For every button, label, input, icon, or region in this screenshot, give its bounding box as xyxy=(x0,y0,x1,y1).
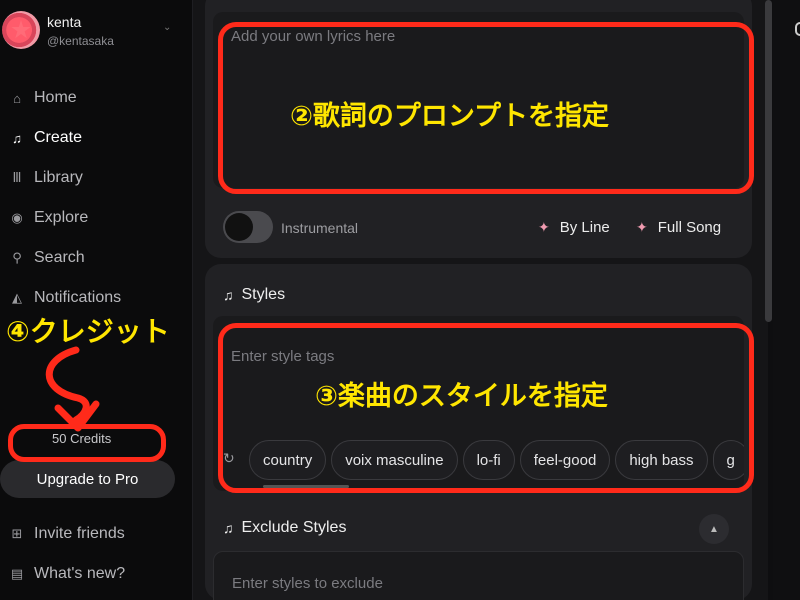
by-line-button[interactable]: ✦ By Line xyxy=(538,219,610,236)
styles-title: Styles xyxy=(241,286,286,303)
sparkle-icon: ✦ xyxy=(538,219,550,235)
exclude-styles-title: Exclude Styles xyxy=(241,519,347,536)
sparkle-icon: ✦ xyxy=(636,219,648,235)
music-note-off-icon: ♫ xyxy=(223,520,234,536)
full-song-label: Full Song xyxy=(657,219,722,236)
music-note-icon: ♫ xyxy=(223,287,234,303)
partial-icon xyxy=(795,22,800,36)
collapse-button[interactable]: ▲ xyxy=(699,514,729,544)
right-pane xyxy=(773,0,800,600)
by-line-label: By Line xyxy=(559,219,610,236)
exclude-styles-header: ♫ Exclude Styles xyxy=(223,519,346,537)
chevron-up-icon: ▲ xyxy=(709,523,719,535)
credits-annotation-arrow xyxy=(45,346,100,432)
styles-annotation-text: ③楽曲のスタイルを指定 xyxy=(315,381,608,411)
exclude-placeholder: Enter styles to exclude xyxy=(232,575,383,592)
toggle-knob xyxy=(225,213,253,241)
lyrics-annotation-text: ②歌詞のプロンプトを指定 xyxy=(290,101,610,131)
instrumental-toggle[interactable] xyxy=(223,211,273,243)
full-song-button[interactable]: ✦ Full Song xyxy=(636,219,721,236)
styles-header: ♫ Styles xyxy=(223,286,285,304)
main-scrollbar[interactable] xyxy=(765,0,772,322)
exclude-styles-input[interactable]: Enter styles to exclude xyxy=(213,551,744,600)
instrumental-label: Instrumental xyxy=(281,220,359,236)
